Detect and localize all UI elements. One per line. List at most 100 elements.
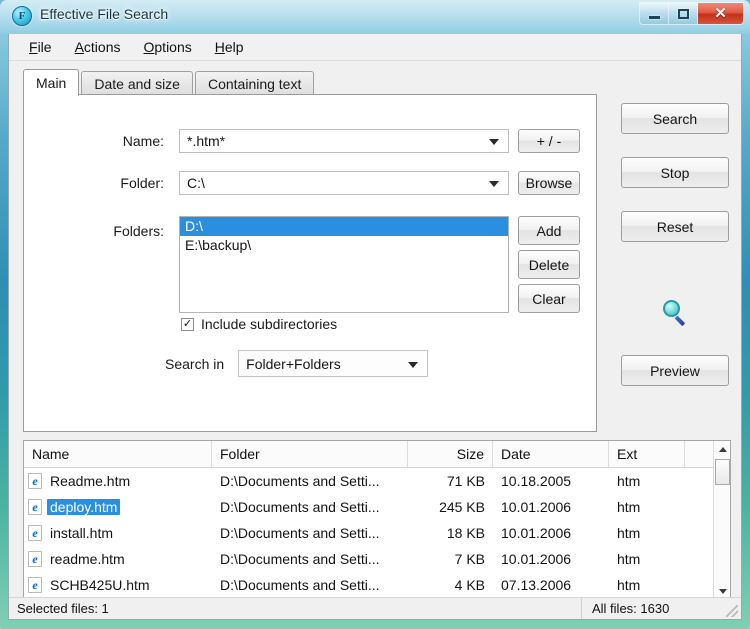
column-header-name[interactable]: Name	[24, 441, 212, 467]
cell-size: 245 KB	[439, 499, 485, 515]
table-row[interactable]: readme.htm D:\Documents and Setti... 7 K…	[24, 546, 730, 572]
search-in-label: Search in	[165, 355, 225, 372]
chevron-down-icon[interactable]	[489, 181, 499, 187]
delete-folder-button[interactable]: Delete	[518, 250, 580, 279]
name-input[interactable]: *.htm*	[179, 129, 509, 153]
chevron-up-icon	[718, 447, 727, 452]
cell-ext: htm	[617, 551, 641, 567]
folder-input-value: C:\	[187, 175, 205, 191]
app-icon[interactable]: F	[12, 6, 32, 26]
cell-ext: htm	[617, 473, 641, 489]
results-vertical-scrollbar[interactable]	[713, 441, 730, 600]
close-icon: ✕	[714, 5, 727, 22]
cell-name: Readme.htm	[24, 473, 212, 489]
table-row[interactable]: deploy.htm D:\Documents and Setti... 245…	[24, 494, 730, 520]
column-header-ext[interactable]: Ext	[609, 441, 685, 467]
cell-date: 07.13.2006	[501, 577, 572, 593]
tab-main[interactable]: Main	[23, 69, 80, 96]
reset-button-label: Reset	[656, 218, 694, 235]
name-row: Name: *.htm* + / -	[24, 129, 596, 153]
cell-date: 10.01.2006	[501, 551, 572, 567]
checkbox-box[interactable]: ✓	[181, 317, 194, 331]
title-bar[interactable]: F Effective File Search ✕	[0, 0, 750, 34]
tab-containing-text-label: Containing text	[207, 75, 302, 92]
folder-row: Folder: C:\ Browse	[24, 171, 596, 195]
include-subdirectories-checkbox[interactable]: ✓ Include subdirectories	[181, 316, 337, 332]
cell-folder: D:\Documents and Setti...	[220, 525, 380, 541]
status-all-files: All files: 1630	[581, 598, 741, 619]
cell-name: deploy.htm	[24, 499, 212, 515]
search-in-row: Search in Folder+Folders	[165, 350, 429, 377]
magnifier-handle	[674, 315, 686, 327]
ie-html-file-icon	[28, 577, 42, 593]
column-header-size[interactable]: Size	[408, 441, 493, 467]
folders-list-item[interactable]: D:\	[180, 217, 508, 236]
plus-minus-button[interactable]: + / -	[518, 129, 580, 153]
folder-label: Folder:	[120, 175, 164, 191]
minimize-button[interactable]	[640, 3, 669, 24]
magnifier-icon[interactable]	[661, 299, 691, 329]
column-header-folder[interactable]: Folder	[212, 441, 408, 467]
stop-button-label: Stop	[660, 164, 690, 181]
tab-strip: Main Date and size Containing text	[23, 69, 597, 96]
folders-list[interactable]: D:\ E:\backup\	[179, 216, 509, 313]
folder-input[interactable]: C:\	[179, 171, 509, 195]
results-list[interactable]: Name Folder Size Date Ext Readme.htm D:\…	[23, 440, 731, 601]
menu-item-file[interactable]: File	[19, 36, 62, 58]
maximize-button[interactable]	[669, 3, 698, 24]
chevron-down-icon	[718, 589, 727, 594]
tab-containing-text[interactable]: Containing text	[194, 71, 315, 95]
menu-item-options[interactable]: Options	[134, 36, 202, 58]
minimize-icon	[648, 15, 660, 19]
include-subdirectories-label: Include subdirectories	[201, 316, 338, 332]
search-in-select[interactable]: Folder+Folders	[238, 350, 429, 377]
cell-folder: D:\Documents and Setti...	[220, 499, 380, 515]
cell-name: SCHB425U.htm	[24, 577, 212, 593]
folders-list-item[interactable]: E:\backup\	[180, 236, 508, 255]
magnifier-lens	[663, 300, 680, 317]
table-row[interactable]: Readme.htm D:\Documents and Setti... 71 …	[24, 468, 730, 494]
resize-grip-icon[interactable]	[726, 605, 738, 617]
status-bar: Selected files: 1 All files: 1630	[9, 597, 741, 619]
cell-ext: htm	[617, 499, 641, 515]
column-header-date[interactable]: Date	[493, 441, 609, 467]
browse-button[interactable]: Browse	[518, 171, 580, 195]
chevron-down-icon[interactable]	[408, 361, 419, 368]
add-folder-button[interactable]: Add	[518, 216, 580, 245]
tab-date-and-size-label: Date and size	[94, 75, 180, 92]
action-button-panel: Search Stop Reset Preview	[609, 94, 731, 432]
cell-size: 18 KB	[446, 525, 485, 541]
menu-item-actions[interactable]: Actions	[65, 36, 131, 58]
main-tab-panel: Name: *.htm* + / - Folder: C:\ Browse Fo…	[23, 94, 597, 432]
reset-button[interactable]: Reset	[621, 211, 729, 242]
cell-name: readme.htm	[24, 551, 212, 567]
close-button[interactable]: ✕	[698, 3, 743, 24]
preview-button[interactable]: Preview	[621, 355, 729, 386]
chevron-down-icon[interactable]	[489, 139, 499, 145]
table-row[interactable]: install.htm D:\Documents and Setti... 18…	[24, 520, 730, 546]
check-icon: ✓	[182, 317, 193, 330]
app-icon-letter: F	[18, 10, 26, 22]
cell-name-text: deploy.htm	[47, 499, 121, 515]
menu-bar: File Actions Options Help	[9, 34, 741, 61]
results-header-row: Name Folder Size Date Ext	[24, 441, 730, 468]
cell-size: 7 KB	[454, 551, 485, 567]
scroll-up-button[interactable]	[714, 441, 730, 458]
cell-date: 10.18.2005	[501, 473, 572, 489]
ie-html-file-icon	[28, 525, 42, 541]
table-row[interactable]: SCHB425U.htm D:\Documents and Setti... 4…	[24, 572, 730, 598]
menu-item-help[interactable]: Help	[205, 36, 254, 58]
window-title: Effective File Search	[40, 6, 169, 22]
tab-main-label: Main	[36, 75, 67, 91]
name-input-value: *.htm*	[187, 133, 226, 149]
stop-button[interactable]: Stop	[621, 157, 729, 188]
folders-label: Folders:	[113, 223, 164, 239]
cell-name-text: install.htm	[50, 525, 114, 541]
clear-folders-button[interactable]: Clear	[518, 284, 580, 313]
search-in-value: Folder+Folders	[246, 355, 341, 372]
cell-name-text: SCHB425U.htm	[50, 577, 150, 593]
cell-ext: htm	[617, 525, 641, 541]
tab-date-and-size[interactable]: Date and size	[81, 71, 193, 95]
scrollbar-thumb[interactable]	[715, 459, 730, 485]
search-button[interactable]: Search	[621, 103, 729, 134]
